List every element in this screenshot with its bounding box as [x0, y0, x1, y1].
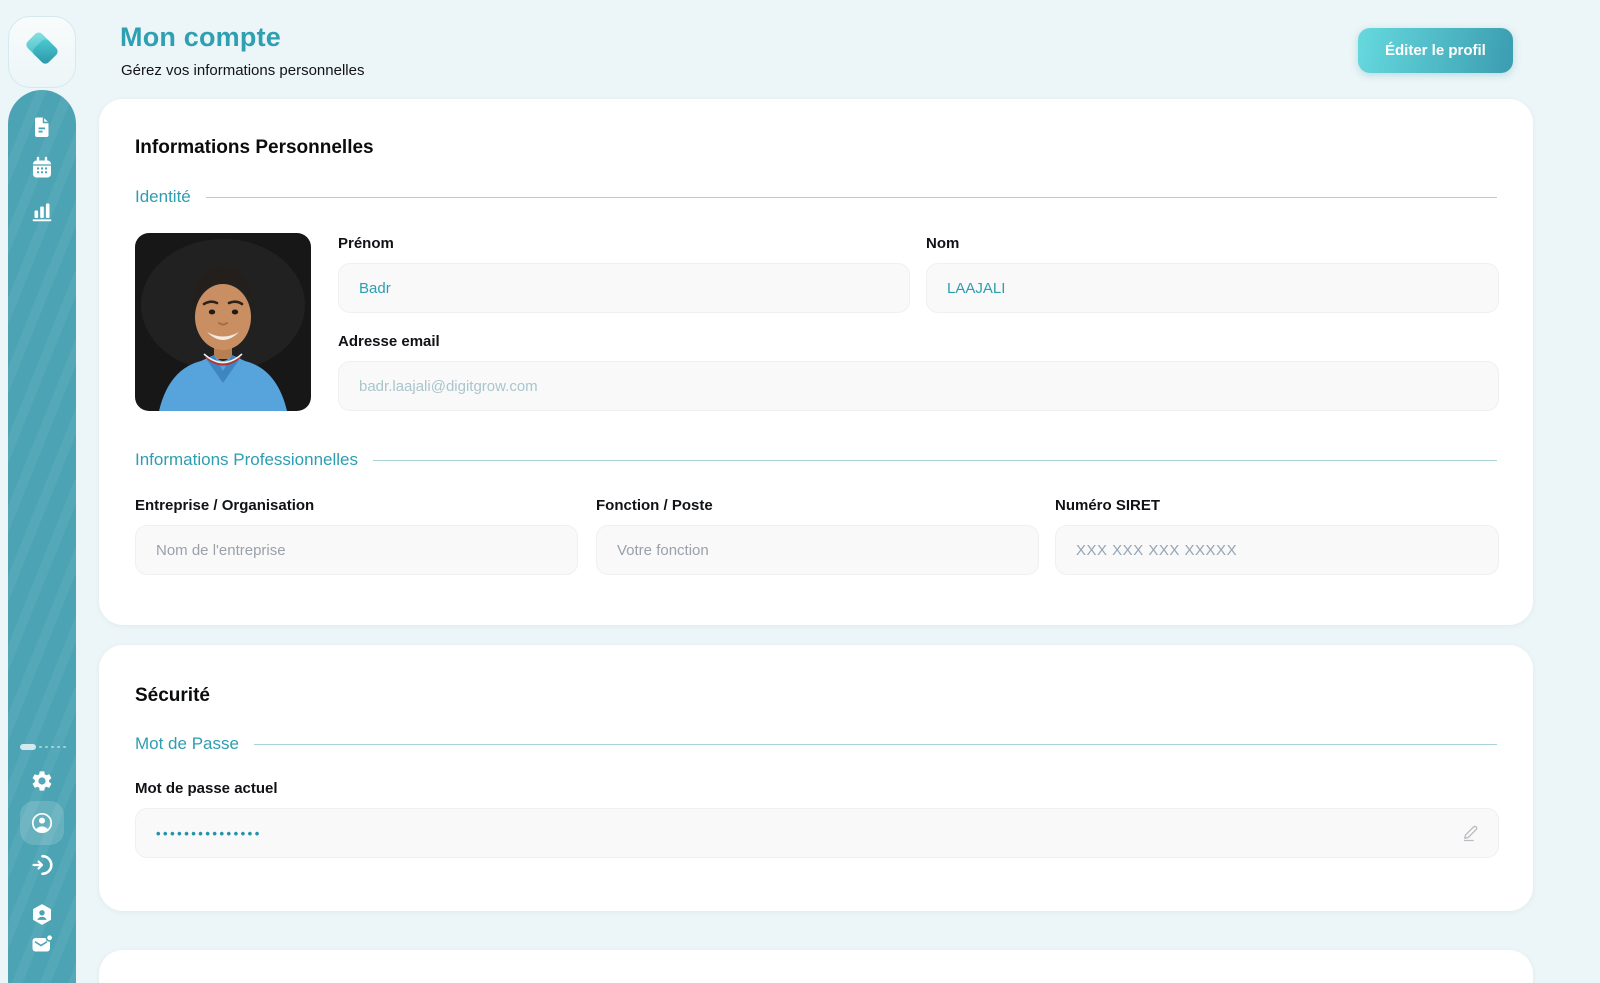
siret-label: Numéro SIRET [1055, 497, 1160, 514]
pencil-icon [1461, 823, 1481, 843]
security-card: Sécurité Mot de Passe Mot de passe actue… [99, 645, 1533, 911]
sidebar-item-calendar[interactable] [30, 156, 54, 180]
personal-info-card: Informations Personnelles Identité Préno… [99, 99, 1533, 625]
document-icon [30, 115, 54, 139]
logout-icon [30, 853, 54, 877]
sidebar-item-messages[interactable] [30, 932, 54, 956]
diamond-logo-icon [19, 27, 65, 78]
page-title: Mon compte [120, 22, 281, 53]
current-password-input[interactable] [135, 808, 1499, 858]
position-label: Fonction / Poste [596, 497, 713, 514]
password-section-label: Mot de Passe [135, 734, 239, 754]
identity-section-header: Identité [135, 187, 1497, 207]
sidebar-divider [20, 744, 66, 750]
sidebar [8, 90, 76, 983]
company-label: Entreprise / Organisation [135, 497, 314, 514]
sidebar-item-account[interactable] [30, 811, 54, 835]
last-name-label: Nom [926, 235, 959, 252]
personal-info-card-title: Informations Personnelles [135, 137, 374, 159]
sidebar-item-documents[interactable] [30, 115, 54, 139]
section-divider-line [373, 460, 1497, 461]
next-card-partial [99, 950, 1533, 983]
email-input[interactable] [338, 361, 1499, 411]
sidebar-item-settings[interactable] [30, 769, 54, 793]
app-logo[interactable] [8, 16, 76, 88]
user-circle-icon [30, 811, 54, 835]
professional-section-header: Informations Professionnelles [135, 450, 1497, 470]
edit-profile-button[interactable]: Éditer le profil [1358, 28, 1513, 73]
company-input[interactable] [135, 525, 578, 575]
section-divider-line [206, 197, 1497, 198]
profile-photo [135, 233, 311, 411]
sidebar-item-stats[interactable] [30, 199, 54, 223]
first-name-input[interactable] [338, 263, 910, 313]
sidebar-item-profile-badge[interactable] [30, 903, 54, 927]
bar-chart-icon [30, 199, 54, 223]
password-section-header: Mot de Passe [135, 734, 1497, 754]
email-label: Adresse email [338, 333, 440, 350]
sidebar-item-logout[interactable] [30, 853, 54, 877]
professional-section-label: Informations Professionnelles [135, 450, 358, 470]
siret-input[interactable] [1055, 525, 1499, 575]
mail-notification-icon [30, 932, 54, 956]
page-subtitle: Gérez vos informations personnelles [121, 62, 364, 79]
last-name-input[interactable] [926, 263, 1499, 313]
edit-password-button[interactable] [1461, 823, 1481, 843]
position-input[interactable] [596, 525, 1039, 575]
user-badge-icon [30, 903, 54, 927]
identity-section-label: Identité [135, 187, 191, 207]
section-divider-line [254, 744, 1497, 745]
gear-icon [30, 769, 54, 793]
current-password-label: Mot de passe actuel [135, 780, 278, 797]
security-card-title: Sécurité [135, 685, 210, 707]
calendar-icon [30, 156, 54, 180]
first-name-label: Prénom [338, 235, 394, 252]
